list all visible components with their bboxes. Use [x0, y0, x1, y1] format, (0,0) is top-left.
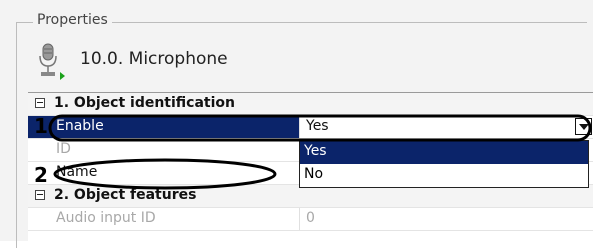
properties-panel: Properties 10.0. Microphone 1. Object id…	[0, 0, 593, 248]
annotation-overlay	[48, 114, 592, 190]
annotation-outline-enable	[48, 114, 592, 142]
annotation-outline-name	[53, 158, 277, 190]
